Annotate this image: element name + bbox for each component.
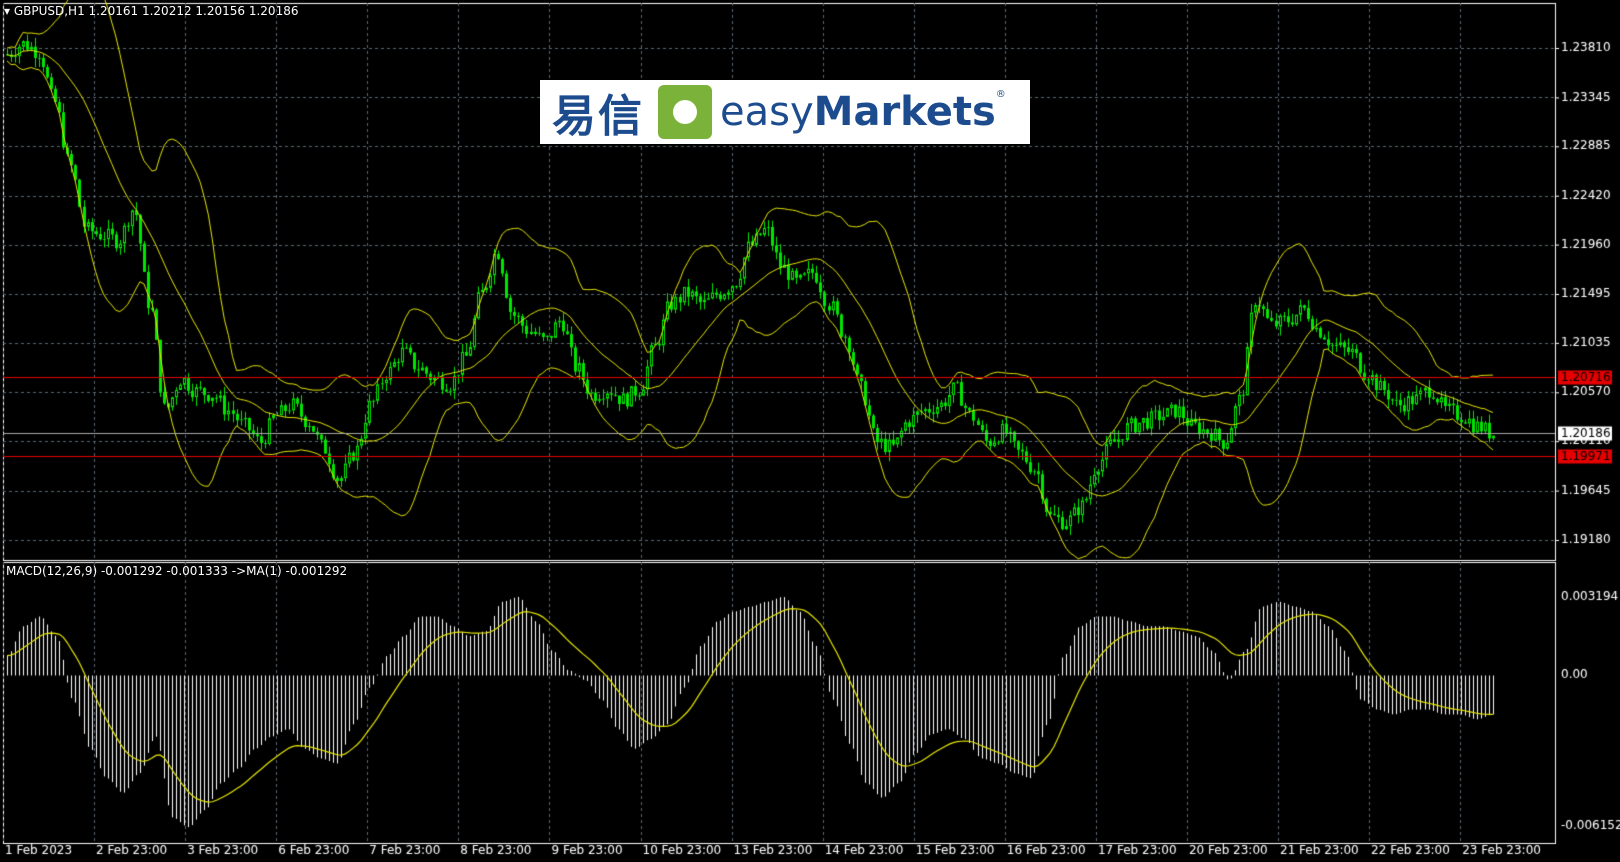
logo-mark-icon	[658, 85, 712, 139]
chart-header: ▾ GBPUSD,H1 1.20161 1.20212 1.20156 1.20…	[4, 4, 299, 18]
logo-english-text: easyMarkets®	[720, 89, 1006, 135]
logo-chinese-text: 易信	[552, 91, 644, 142]
macd-label: MACD(12,26,9) -0.001292 -0.001333 ->MA(1…	[6, 564, 348, 578]
easymarkets-logo: 易信 easyMarkets®	[540, 80, 1030, 144]
